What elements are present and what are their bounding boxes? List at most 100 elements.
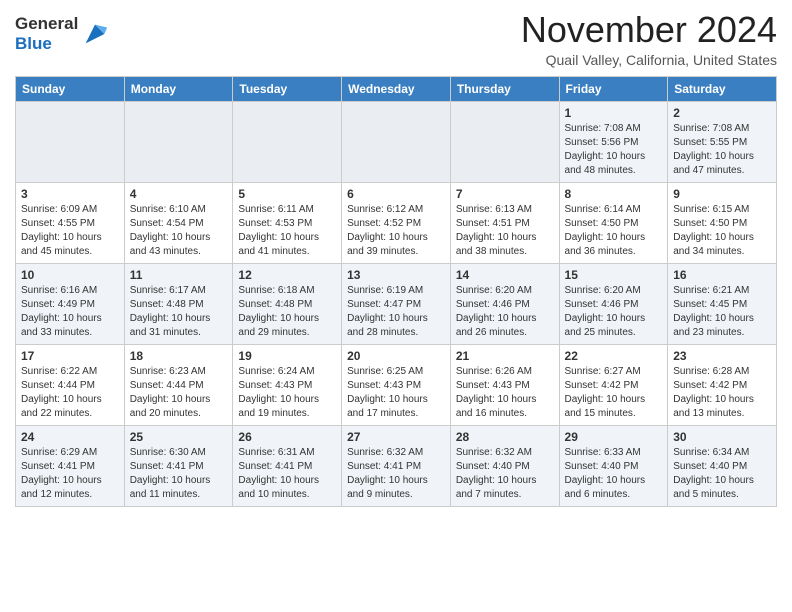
- calendar-cell: 17 Sunrise: 6:22 AMSunset: 4:44 PMDayligh…: [16, 344, 125, 425]
- calendar-cell: 28 Sunrise: 6:32 AMSunset: 4:40 PMDayligh…: [450, 425, 559, 506]
- calendar-cell: 6 Sunrise: 6:12 AMSunset: 4:52 PMDaylight…: [342, 182, 451, 263]
- day-number: 17: [21, 349, 119, 363]
- day-info: Sunrise: 6:10 AMSunset: 4:54 PMDaylight:…: [130, 203, 228, 259]
- calendar-cell: 11 Sunrise: 6:17 AMSunset: 4:48 PMDayligh…: [124, 263, 233, 344]
- day-info: Sunrise: 6:17 AMSunset: 4:48 PMDaylight:…: [130, 284, 228, 340]
- calendar-cell: 1Sunrise: 7:08 AMSunset: 5:56 PMDaylight…: [559, 101, 668, 182]
- calendar-table: SundayMondayTuesdayWednesdayThursdayFrid…: [15, 76, 777, 507]
- calendar-cell: [342, 101, 451, 182]
- day-info: Sunrise: 6:18 AMSunset: 4:48 PMDaylight:…: [238, 284, 336, 340]
- day-info: Sunrise: 6:30 AMSunset: 4:41 PMDaylight:…: [130, 446, 228, 502]
- day-info: Sunrise: 6:15 AMSunset: 4:50 PMDaylight:…: [673, 203, 771, 259]
- calendar-week-row: 24 Sunrise: 6:29 AMSunset: 4:41 PMDayligh…: [16, 425, 777, 506]
- day-info: Sunrise: 6:31 AMSunset: 4:41 PMDaylight:…: [238, 446, 336, 502]
- day-number: 15: [565, 268, 663, 282]
- day-number: 25: [130, 430, 228, 444]
- calendar-cell: 12Sunrise: 6:18 AMSunset: 4:48 PMDayligh…: [233, 263, 342, 344]
- calendar-cell: [16, 101, 125, 182]
- day-number: 8: [565, 187, 663, 201]
- title-block: November 2024 Quail Valley, California, …: [521, 10, 777, 68]
- logo-icon: [81, 20, 109, 48]
- day-info: Sunrise: 6:16 AMSunset: 4:49 PMDaylight:…: [21, 284, 119, 340]
- calendar-cell: [450, 101, 559, 182]
- weekday-header: Tuesday: [233, 76, 342, 101]
- day-number: 26: [238, 430, 336, 444]
- day-number: 10: [21, 268, 119, 282]
- calendar-cell: 16 Sunrise: 6:21 AMSunset: 4:45 PMDayligh…: [668, 263, 777, 344]
- day-number: 21: [456, 349, 554, 363]
- day-info: Sunrise: 7:08 AMSunset: 5:55 PMDaylight:…: [673, 122, 771, 178]
- day-info: Sunrise: 6:20 AMSunset: 4:46 PMDaylight:…: [456, 284, 554, 340]
- day-info: Sunrise: 6:22 AMSunset: 4:44 PMDaylight:…: [21, 365, 119, 421]
- weekday-header: Friday: [559, 76, 668, 101]
- day-number: 24: [21, 430, 119, 444]
- day-number: 14: [456, 268, 554, 282]
- day-info: Sunrise: 6:13 AMSunset: 4:51 PMDaylight:…: [456, 203, 554, 259]
- calendar-cell: 24 Sunrise: 6:29 AMSunset: 4:41 PMDayligh…: [16, 425, 125, 506]
- month-title: November 2024: [521, 10, 777, 50]
- day-info: Sunrise: 6:26 AMSunset: 4:43 PMDaylight:…: [456, 365, 554, 421]
- day-info: Sunrise: 6:14 AMSunset: 4:50 PMDaylight:…: [565, 203, 663, 259]
- day-number: 27: [347, 430, 445, 444]
- calendar-cell: 19Sunrise: 6:24 AMSunset: 4:43 PMDayligh…: [233, 344, 342, 425]
- calendar-cell: 29 Sunrise: 6:33 AMSunset: 4:40 PMDayligh…: [559, 425, 668, 506]
- calendar-cell: 3 Sunrise: 6:09 AMSunset: 4:55 PMDaylight…: [16, 182, 125, 263]
- day-info: Sunrise: 6:12 AMSunset: 4:52 PMDaylight:…: [347, 203, 445, 259]
- day-info: Sunrise: 6:33 AMSunset: 4:40 PMDaylight:…: [565, 446, 663, 502]
- weekday-header: Monday: [124, 76, 233, 101]
- day-info: Sunrise: 6:23 AMSunset: 4:44 PMDaylight:…: [130, 365, 228, 421]
- calendar-cell: [233, 101, 342, 182]
- weekday-header: Wednesday: [342, 76, 451, 101]
- day-number: 22: [565, 349, 663, 363]
- day-number: 20: [347, 349, 445, 363]
- day-number: 18: [130, 349, 228, 363]
- day-info: Sunrise: 6:24 AMSunset: 4:43 PMDaylight:…: [238, 365, 336, 421]
- day-number: 11: [130, 268, 228, 282]
- weekday-header: Thursday: [450, 76, 559, 101]
- day-info: Sunrise: 6:27 AMSunset: 4:42 PMDaylight:…: [565, 365, 663, 421]
- calendar-cell: 15 Sunrise: 6:20 AMSunset: 4:46 PMDayligh…: [559, 263, 668, 344]
- day-number: 16: [673, 268, 771, 282]
- weekday-header: Saturday: [668, 76, 777, 101]
- day-number: 29: [565, 430, 663, 444]
- day-info: Sunrise: 6:25 AMSunset: 4:43 PMDaylight:…: [347, 365, 445, 421]
- calendar-cell: 30 Sunrise: 6:34 AMSunset: 4:40 PMDayligh…: [668, 425, 777, 506]
- day-number: 4: [130, 187, 228, 201]
- calendar-cell: 25 Sunrise: 6:30 AMSunset: 4:41 PMDayligh…: [124, 425, 233, 506]
- logo-general: General: [15, 14, 78, 34]
- day-number: 13: [347, 268, 445, 282]
- logo: General Blue: [15, 14, 109, 53]
- calendar-cell: 14 Sunrise: 6:20 AMSunset: 4:46 PMDayligh…: [450, 263, 559, 344]
- calendar-header-row: SundayMondayTuesdayWednesdayThursdayFrid…: [16, 76, 777, 101]
- day-number: 2: [673, 106, 771, 120]
- day-info: Sunrise: 6:29 AMSunset: 4:41 PMDaylight:…: [21, 446, 119, 502]
- calendar-cell: 8 Sunrise: 6:14 AMSunset: 4:50 PMDaylight…: [559, 182, 668, 263]
- day-number: 5: [238, 187, 336, 201]
- day-info: Sunrise: 6:21 AMSunset: 4:45 PMDaylight:…: [673, 284, 771, 340]
- day-info: Sunrise: 6:34 AMSunset: 4:40 PMDaylight:…: [673, 446, 771, 502]
- day-number: 28: [456, 430, 554, 444]
- calendar-cell: 10 Sunrise: 6:16 AMSunset: 4:49 PMDayligh…: [16, 263, 125, 344]
- calendar-cell: 7 Sunrise: 6:13 AMSunset: 4:51 PMDaylight…: [450, 182, 559, 263]
- calendar-cell: 2 Sunrise: 7:08 AMSunset: 5:55 PMDaylight…: [668, 101, 777, 182]
- day-number: 7: [456, 187, 554, 201]
- calendar-cell: 18 Sunrise: 6:23 AMSunset: 4:44 PMDayligh…: [124, 344, 233, 425]
- calendar-cell: 20 Sunrise: 6:25 AMSunset: 4:43 PMDayligh…: [342, 344, 451, 425]
- weekday-header: Sunday: [16, 76, 125, 101]
- page-header: General Blue November 2024 Quail Valley,…: [15, 10, 777, 68]
- calendar-cell: 9Sunrise: 6:15 AMSunset: 4:50 PMDaylight…: [668, 182, 777, 263]
- day-number: 6: [347, 187, 445, 201]
- day-number: 3: [21, 187, 119, 201]
- day-number: 30: [673, 430, 771, 444]
- calendar-cell: 27 Sunrise: 6:32 AMSunset: 4:41 PMDayligh…: [342, 425, 451, 506]
- day-info: Sunrise: 6:32 AMSunset: 4:41 PMDaylight:…: [347, 446, 445, 502]
- day-info: Sunrise: 6:19 AMSunset: 4:47 PMDaylight:…: [347, 284, 445, 340]
- calendar-cell: 22 Sunrise: 6:27 AMSunset: 4:42 PMDayligh…: [559, 344, 668, 425]
- day-info: Sunrise: 6:32 AMSunset: 4:40 PMDaylight:…: [456, 446, 554, 502]
- day-info: Sunrise: 7:08 AMSunset: 5:56 PMDaylight:…: [565, 122, 663, 178]
- calendar-cell: 23Sunrise: 6:28 AMSunset: 4:42 PMDayligh…: [668, 344, 777, 425]
- calendar-week-row: 3 Sunrise: 6:09 AMSunset: 4:55 PMDaylight…: [16, 182, 777, 263]
- day-info: Sunrise: 6:28 AMSunset: 4:42 PMDaylight:…: [673, 365, 771, 421]
- day-info: Sunrise: 6:09 AMSunset: 4:55 PMDaylight:…: [21, 203, 119, 259]
- day-info: Sunrise: 6:20 AMSunset: 4:46 PMDaylight:…: [565, 284, 663, 340]
